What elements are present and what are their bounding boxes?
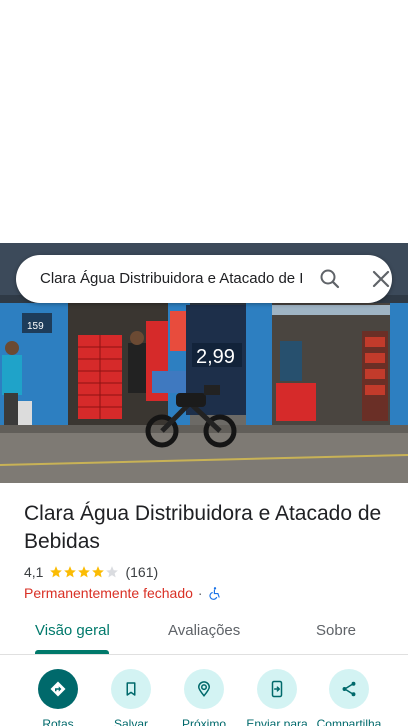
share-button[interactable]: Compartilha: [309, 669, 389, 726]
nearby-button[interactable]: Próximo: [164, 669, 244, 726]
nearby-label: Próximo: [181, 717, 226, 726]
tab-about[interactable]: Sobre: [316, 622, 356, 639]
status-badge: Permanentemente fechado: [24, 585, 193, 601]
send-to-phone-icon[interactable]: [257, 669, 297, 709]
directions-label: Rotas: [42, 717, 74, 726]
search-input[interactable]: Clara Água Distribuidora e Atacado de Be…: [40, 269, 302, 289]
star-filled-icon: [50, 566, 63, 578]
separator-dot: ·: [197, 585, 203, 601]
price-sign: 2,99: [196, 346, 235, 368]
sign-number: 159: [27, 321, 44, 332]
rating-value: 4,1: [24, 564, 44, 580]
tab-bar: Visão geral Avaliações Sobre: [0, 612, 408, 655]
share-label: Compartilha: [316, 717, 382, 726]
star-filled-icon: [64, 566, 77, 578]
rating-row[interactable]: 4,1 (161): [24, 563, 158, 581]
save-label: Salvar: [113, 717, 148, 726]
star-filled-icon: [92, 566, 105, 578]
bookmark-icon[interactable]: [111, 669, 151, 709]
review-count: (161): [125, 564, 159, 580]
map-blank-area: [0, 0, 408, 243]
send-to-phone-label: Enviar para: [246, 717, 308, 726]
wheelchair-icon: [208, 587, 220, 600]
action-bar: Rotas Salvar Próximo Enviar para Compart…: [0, 656, 408, 726]
search-icon[interactable]: [318, 267, 342, 291]
directions-icon[interactable]: [38, 669, 78, 709]
share-icon[interactable]: [329, 669, 369, 709]
tab-overview[interactable]: Visão geral: [35, 622, 110, 639]
directions-button[interactable]: Rotas: [18, 669, 98, 726]
tab-reviews[interactable]: Avaliações: [168, 622, 240, 639]
save-button[interactable]: Salvar: [91, 669, 171, 726]
active-tab-indicator: [35, 650, 109, 654]
star-rating: [49, 565, 119, 579]
star-filled-icon: [78, 566, 91, 578]
send-to-phone-button[interactable]: Enviar para: [237, 669, 317, 726]
nearby-icon[interactable]: [184, 669, 224, 709]
search-bar[interactable]: Clara Água Distribuidora e Atacado de Be…: [16, 255, 392, 303]
close-icon[interactable]: [369, 267, 393, 291]
status-row: Permanentemente fechado ·: [24, 583, 222, 603]
star-empty-icon: [106, 566, 119, 578]
place-title: Clara Água Distribuidora e Atacado de Be…: [24, 502, 382, 553]
